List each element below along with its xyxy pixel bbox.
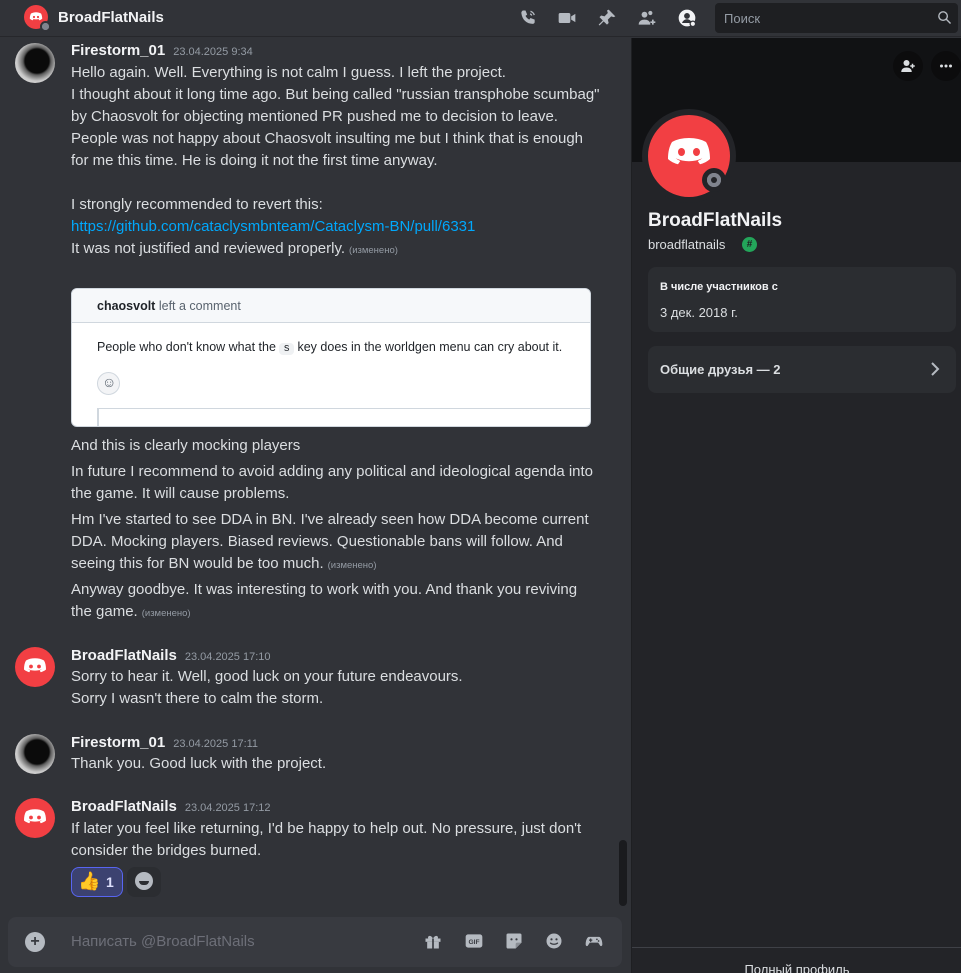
message-content: Sorry to hear it. Well, good luck on you… [71, 666, 601, 710]
discord-logo-icon [23, 809, 46, 824]
svg-text:GIF: GIF [468, 939, 479, 946]
search-bar[interactable]: Поиск [715, 3, 958, 33]
add-friend-button[interactable] [893, 51, 923, 81]
message-author[interactable]: BroadFlatNails [71, 798, 177, 815]
message-link[interactable]: https://github.com/cataclysmbnteam/Catac… [71, 218, 475, 235]
status-indicator [40, 21, 51, 32]
add-friends-icon[interactable] [636, 8, 658, 28]
embedded-screenshot[interactable]: chaosvolt left a comment People who don'… [71, 288, 591, 427]
message-line: Sorry I wasn't there to calm the storm. [71, 690, 324, 707]
pin-icon[interactable] [596, 8, 618, 28]
search-placeholder: Поиск [724, 11, 761, 26]
chevron-right-icon [931, 362, 940, 376]
comment-text: People who don't know what the [97, 340, 276, 354]
profile-username[interactable]: broadflatnails [648, 237, 725, 252]
add-reaction-icon [135, 872, 153, 890]
message-timestamp: 23.04.2025 17:11 [173, 738, 259, 750]
message-content: Thank you. Good luck with the project. [71, 753, 601, 775]
message-author[interactable]: Firestorm_01 [71, 734, 165, 751]
edited-label: (изменено) [349, 245, 398, 256]
chat-area: Firestorm_01 23.04.2025 9:34 Hello again.… [0, 38, 630, 973]
member-since-label: В числе участников с [660, 281, 778, 293]
upload-plus-icon[interactable]: + [25, 932, 45, 952]
comment-author: chaosvolt [97, 299, 156, 313]
message-content: In future I recommend to avoid adding an… [71, 461, 601, 505]
profile-footer: Полный профиль [632, 947, 961, 973]
video-call-icon[interactable] [556, 8, 578, 28]
message-line: Sorry to hear it. Well, good luck on you… [71, 668, 463, 685]
more-icon [940, 64, 952, 68]
voice-call-icon[interactable] [517, 8, 539, 28]
member-since-card: В числе участников с 3 дек. 2018 г. [648, 267, 956, 332]
gift-icon[interactable] [423, 931, 443, 951]
message-input[interactable]: Написать @BroadFlatNails [71, 933, 255, 950]
message-author[interactable]: Firestorm_01 [71, 42, 165, 59]
message-line-wrap: It was not justified and reviewed proper… [71, 238, 601, 262]
dm-title: BroadFlatNails [58, 9, 164, 26]
message-timestamp: 23.04.2025 9:34 [173, 46, 253, 58]
message-composer[interactable]: + Написать @BroadFlatNails GIF [8, 917, 622, 967]
member-since-value: 3 дек. 2018 г. [660, 305, 738, 320]
add-reaction-button[interactable] [127, 867, 161, 897]
smiley-icon [97, 372, 120, 395]
thread-line [97, 408, 590, 426]
message-line: I strongly recommended to revert this: [71, 196, 323, 213]
add-friend-icon [901, 60, 915, 72]
profile-display-name: BroadFlatNails [648, 210, 783, 231]
gif-icon[interactable]: GIF [464, 931, 484, 951]
message-line: In future I recommend to avoid adding an… [71, 463, 594, 502]
more-options-button[interactable] [931, 51, 961, 81]
comment-text: key does in the worldgen menu can cry ab… [297, 340, 563, 354]
reaction-count: 1 [106, 874, 114, 890]
message-line: I thought about it long time ago. But be… [71, 86, 600, 125]
message-timestamp: 23.04.2025 17:12 [184, 802, 271, 814]
mutual-friends-button[interactable]: Общие друзья — 2 [648, 346, 956, 393]
reaction-emoji: 👍 [78, 871, 101, 891]
discord-logo-icon [23, 658, 46, 673]
top-bar: BroadFlatNails Поиск [0, 0, 961, 37]
message-line: If later you feel like returning, I'd be… [71, 820, 582, 859]
user-profile-panel: BroadFlatNails broadflatnails # В числе … [631, 38, 961, 973]
search-icon [938, 11, 952, 25]
message-content: If later you feel like returning, I'd be… [71, 818, 601, 862]
mutual-friends-label: Общие друзья — 2 [660, 362, 781, 377]
comment-body: People who don't know what the s key doe… [72, 323, 590, 372]
user-profile-icon[interactable] [676, 8, 698, 28]
message-content: Anyway goodbye. It was interesting to wo… [71, 579, 601, 625]
comment-key: s [279, 343, 294, 355]
comment-suffix: left a comment [158, 299, 241, 313]
emoji-icon[interactable] [544, 931, 564, 951]
scrollbar[interactable] [619, 840, 627, 906]
message-content: Hm I've started to see DDA in BN. I've a… [71, 509, 601, 577]
edited-label: (изменено) [141, 608, 191, 619]
message-line: And this is clearly mocking players [71, 437, 301, 454]
hashtag-badge-icon[interactable]: # [742, 237, 757, 252]
full-profile-link[interactable]: Полный профиль [632, 962, 961, 973]
message-line: Thank you. Good luck with the project. [71, 755, 327, 772]
avatar[interactable] [15, 798, 55, 838]
message-content: Hello again. Well. Everything is not cal… [71, 62, 601, 262]
comment-header: chaosvolt left a comment [72, 289, 590, 323]
avatar[interactable] [15, 647, 55, 687]
message-line: People was not happy about Chaosvolt ins… [71, 130, 583, 169]
message-line: Hello again. Well. Everything is not cal… [71, 64, 506, 81]
avatar[interactable] [15, 734, 55, 774]
avatar[interactable] [15, 43, 55, 83]
message-author[interactable]: BroadFlatNails [71, 647, 177, 664]
sticker-icon[interactable] [504, 931, 524, 951]
message-line: It was not justified and reviewed proper… [71, 240, 346, 257]
activities-icon[interactable] [584, 931, 604, 951]
edited-label: (изменено) [327, 560, 377, 571]
dm-avatar[interactable] [24, 5, 51, 32]
message-timestamp: 23.04.2025 17:10 [184, 651, 271, 663]
reaction-thumbs-up[interactable]: 👍 1 [71, 867, 123, 897]
message-content: And this is clearly mocking players [71, 435, 601, 457]
profile-status-indicator [702, 168, 726, 192]
